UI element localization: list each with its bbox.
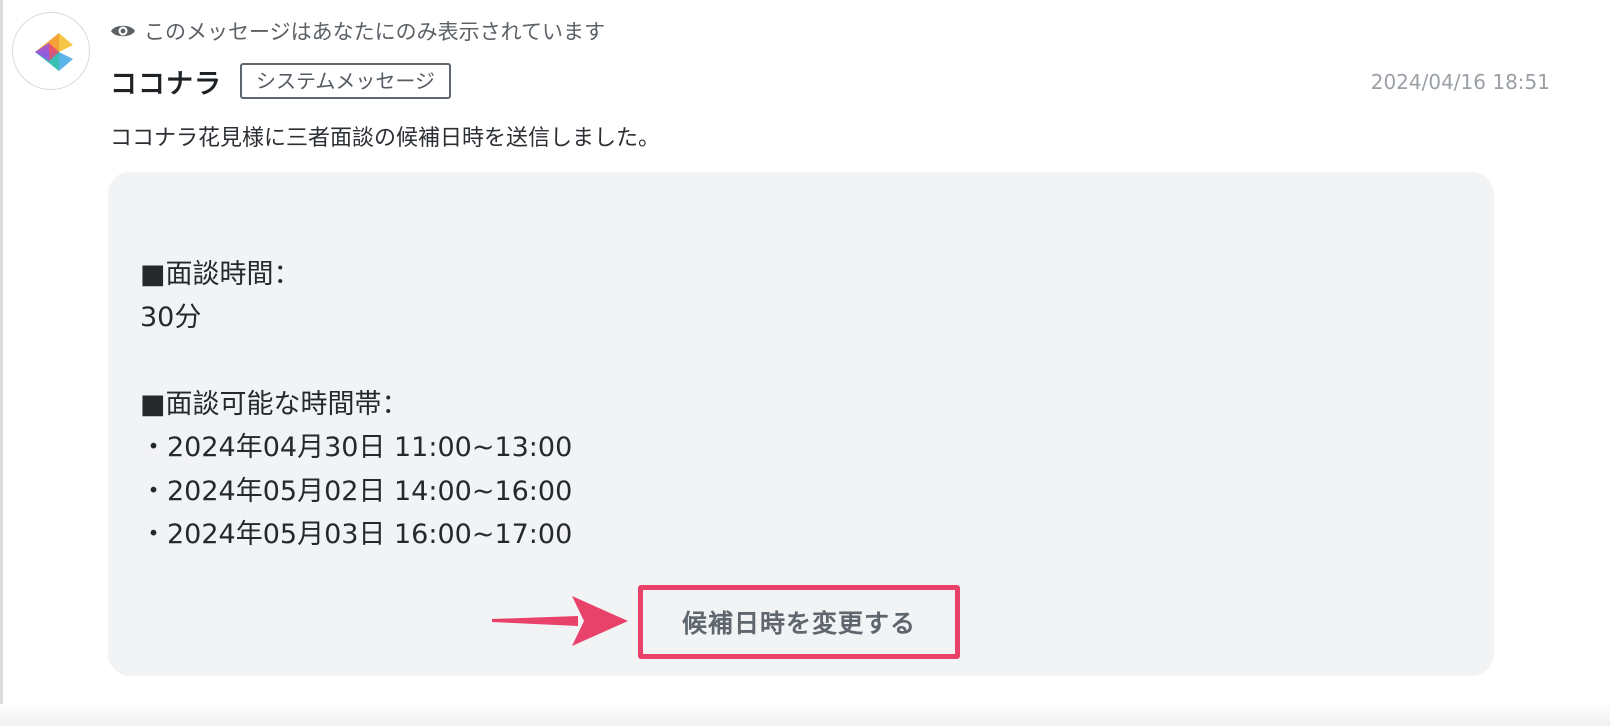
visibility-note: このメッセージはあなたにのみ表示されています [110, 16, 605, 46]
left-border [0, 0, 3, 726]
eye-icon [111, 25, 135, 37]
slot-item: ・2024年05月03日 16:00~17:00 [140, 519, 573, 550]
duration-value: 30分 [140, 302, 202, 333]
slot-item: ・2024年05月02日 14:00~16:00 [140, 476, 573, 507]
coconala-logo-icon [35, 33, 73, 71]
system-message-badge: システムメッセージ [240, 63, 451, 99]
slots-heading: ■面談可能な時間帯： [140, 389, 409, 420]
message-text: ココナラ花見様に三者面談の候補日時を送信しました。 [110, 126, 661, 151]
message-timestamp: 2024/04/16 18:51 [1370, 70, 1550, 94]
slot-item: ・2024年04月30日 11:00~13:00 [140, 432, 573, 463]
visibility-note-text: このメッセージはあなたにのみ表示されています [144, 20, 605, 44]
sender-name[interactable]: ココナラ [110, 62, 222, 101]
bottom-shade [0, 704, 1610, 726]
arrow-annotation [492, 596, 628, 646]
avatar[interactable] [12, 12, 90, 90]
sender-row: ココナラ システムメッセージ [110, 62, 451, 100]
change-candidate-dates-button[interactable]: 候補日時を変更する [638, 585, 960, 659]
duration-heading: ■面談時間： [140, 259, 301, 290]
